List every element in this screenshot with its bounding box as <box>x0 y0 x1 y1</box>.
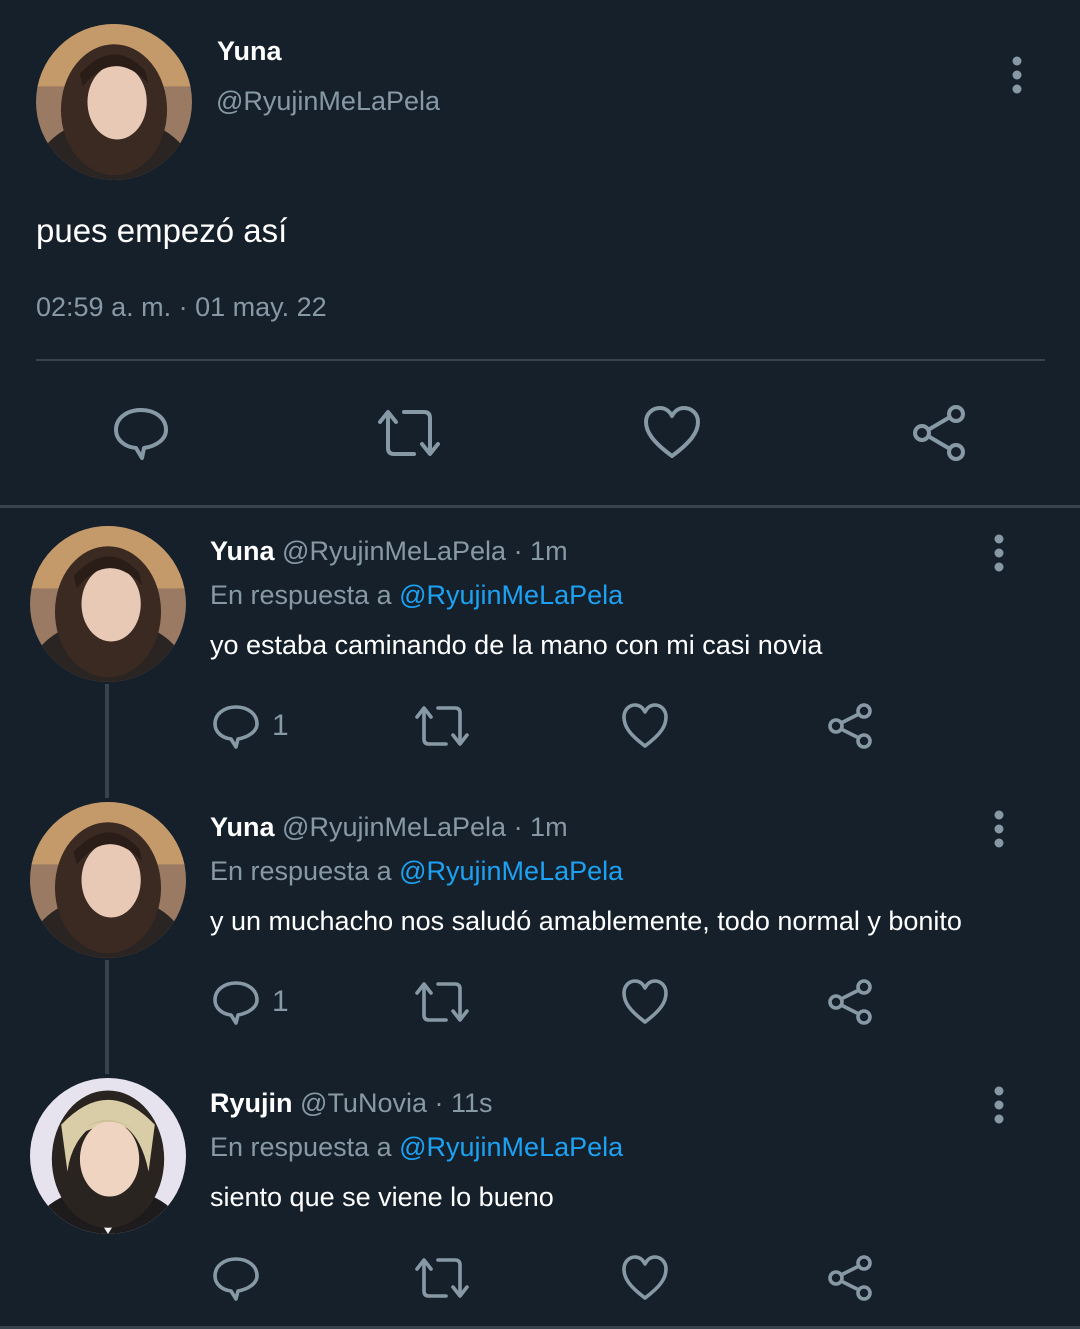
reply-button[interactable] <box>212 1254 272 1302</box>
avatar-photo-yuna <box>30 526 186 682</box>
speech-bubble-icon <box>213 705 259 749</box>
speech-bubble-icon <box>213 1257 259 1301</box>
author-name[interactable]: Yuna <box>217 36 282 67</box>
avatar[interactable] <box>36 24 192 180</box>
author-name[interactable]: Ryujin <box>210 1088 293 1118</box>
main-tweet[interactable]: Yuna @RyujinMeLaPela pues empezó así 02:… <box>0 0 1080 506</box>
author-handle-time[interactable]: @RyujinMeLaPela · 1m <box>282 536 568 566</box>
section-divider <box>0 505 1080 508</box>
reply-header: Yuna @RyujinMeLaPela · 1m <box>210 536 568 567</box>
retweet-icon[interactable] <box>376 404 440 462</box>
share-icon[interactable] <box>826 1254 874 1302</box>
reply-tweet[interactable]: Yuna @RyujinMeLaPela · 1m En respuesta a… <box>0 526 1080 802</box>
in-reply-prefix: En respuesta a <box>210 1132 400 1162</box>
author-handle-time[interactable]: @TuNovia · 11s <box>300 1088 492 1118</box>
more-vertical-icon[interactable] <box>986 810 1012 850</box>
author-name[interactable]: Yuna <box>210 536 275 566</box>
tweet-thread-screen: Yuna @RyujinMeLaPela pues empezó así 02:… <box>0 0 1080 1329</box>
retweet-icon[interactable] <box>414 978 470 1026</box>
mention-link[interactable]: @RyujinMeLaPela <box>399 580 623 610</box>
mention-link[interactable]: @RyujinMeLaPela <box>399 856 623 886</box>
speech-bubble-icon <box>213 981 259 1025</box>
avatar-photo-yuna <box>30 802 186 958</box>
divider <box>36 359 1045 361</box>
reply-header: Ryujin @TuNovia · 11s <box>210 1088 493 1119</box>
author-handle-time[interactable]: @RyujinMeLaPela · 1m <box>282 812 568 842</box>
reply-header: Yuna @RyujinMeLaPela · 1m <box>210 812 568 843</box>
heart-icon[interactable] <box>621 1254 669 1302</box>
in-reply-to: En respuesta a @RyujinMeLaPela <box>210 1132 623 1163</box>
retweet-icon[interactable] <box>414 1254 470 1302</box>
reply-tweet[interactable]: Ryujin @TuNovia · 11s En respuesta a @Ry… <box>0 1078 1080 1329</box>
author-handle[interactable]: @RyujinMeLaPela <box>216 86 440 117</box>
share-icon[interactable] <box>910 404 968 462</box>
heart-icon[interactable] <box>621 978 669 1026</box>
avatar[interactable] <box>30 802 186 958</box>
reply-count: 1 <box>272 709 289 742</box>
retweet-icon[interactable] <box>414 702 470 750</box>
tweet-text: siento que se viene lo bueno <box>210 1182 554 1212</box>
in-reply-prefix: En respuesta a <box>210 580 400 610</box>
reply-tweet[interactable]: Yuna @RyujinMeLaPela · 1m En respuesta a… <box>0 802 1080 1078</box>
avatar[interactable] <box>30 526 186 682</box>
reply-button[interactable]: 1 <box>212 978 289 1026</box>
avatar[interactable] <box>30 1078 186 1234</box>
in-reply-to: En respuesta a @RyujinMeLaPela <box>210 856 623 887</box>
more-vertical-icon[interactable] <box>1004 56 1030 96</box>
avatar-photo-yuna <box>36 24 192 180</box>
tweet-text: y un muchacho nos saludó amablemente, to… <box>210 906 962 936</box>
heart-icon[interactable] <box>621 702 669 750</box>
in-reply-to: En respuesta a @RyujinMeLaPela <box>210 580 623 611</box>
avatar-photo-ryujin <box>30 1078 186 1234</box>
more-vertical-icon[interactable] <box>986 1086 1012 1126</box>
share-icon[interactable] <box>826 702 874 750</box>
heart-icon[interactable] <box>643 404 701 462</box>
in-reply-prefix: En respuesta a <box>210 856 400 886</box>
share-icon[interactable] <box>826 978 874 1026</box>
mention-link[interactable]: @RyujinMeLaPela <box>399 1132 623 1162</box>
tweet-text: yo estaba caminando de la mano con mi ca… <box>210 630 823 660</box>
author-name[interactable]: Yuna <box>210 812 275 842</box>
more-vertical-icon[interactable] <box>986 534 1012 574</box>
tweet-text: pues empezó así <box>36 212 288 249</box>
speech-bubble-icon[interactable] <box>112 404 170 462</box>
tweet-timestamp[interactable]: 02:59 a. m. · 01 may. 22 <box>36 292 327 323</box>
reply-button[interactable]: 1 <box>212 702 289 750</box>
reply-count: 1 <box>272 985 289 1018</box>
